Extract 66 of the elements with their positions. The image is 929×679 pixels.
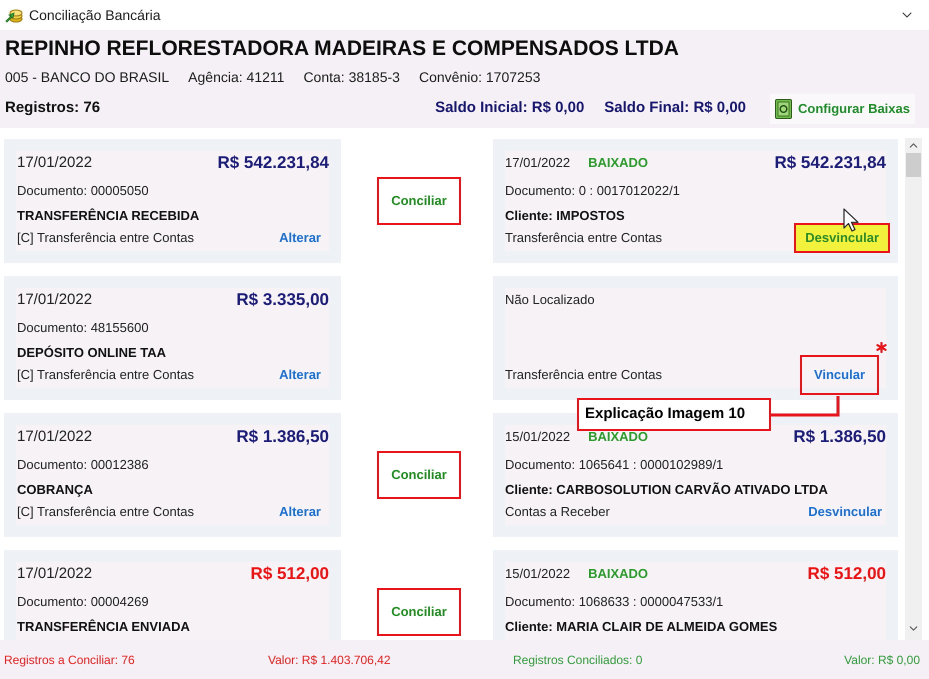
not-found-label: Não Localizado bbox=[505, 291, 595, 310]
account-info: Convênio: 1707253 bbox=[418, 68, 540, 86]
entry-amount: R$ 512,00 bbox=[808, 563, 886, 586]
category-label: Contas a Receber bbox=[505, 503, 610, 522]
callout-label: Explicação Imagem 10 bbox=[577, 398, 771, 431]
entry-date: 17/01/2022 bbox=[505, 154, 570, 172]
document-number: Documento: 48155600 bbox=[17, 319, 149, 338]
category-label: [C] Transferência entre Contas bbox=[17, 503, 194, 522]
client-name: Cliente: CARBOSOLUTION CARVÃO ATIVADO LTDA bbox=[505, 481, 828, 500]
statement-description: TRANSFERÊNCIA ENVIADA bbox=[17, 618, 190, 636]
statement-description: TRANSFERÊNCIA RECEBIDA bbox=[17, 207, 200, 226]
scrollbar-thumb[interactable] bbox=[906, 153, 921, 177]
document-number: Documento: 00012386 bbox=[17, 456, 149, 474]
reconciled-value: Valor: R$ 0,00 bbox=[844, 652, 920, 668]
document-number: Documento: 00004269 bbox=[17, 593, 149, 612]
statement-amount: R$ 3.335,00 bbox=[236, 289, 329, 312]
category-label: Transferência entre Contas bbox=[505, 229, 662, 248]
pending-value: Valor: R$ 1.403.706,42 bbox=[268, 652, 392, 668]
window-title: Conciliação Bancária bbox=[29, 6, 161, 25]
callout-leader-line bbox=[770, 396, 840, 417]
mouse-pointer-icon bbox=[843, 208, 860, 232]
category-label: [C] Transferência entre Contas bbox=[17, 366, 194, 384]
statement-amount: R$ 542.231,84 bbox=[217, 152, 329, 174]
category-label: Transferência entre Contas bbox=[505, 366, 662, 384]
entry-date: 15/01/2022 bbox=[505, 428, 570, 446]
scrollbar[interactable] bbox=[905, 138, 922, 640]
status-label: BAIXADO bbox=[588, 154, 648, 172]
entry-date: 15/01/2022 bbox=[505, 565, 570, 584]
unlink-button[interactable]: Desvincular bbox=[808, 504, 882, 520]
money-icon bbox=[775, 98, 792, 118]
edit-link[interactable]: Alterar bbox=[279, 502, 321, 522]
configure-button[interactable]: Configurar Baixas bbox=[770, 94, 915, 124]
statement-date: 17/01/2022 bbox=[17, 152, 92, 173]
reconcile-button[interactable]: Conciliar bbox=[377, 588, 461, 636]
category-label: [C] Transferência entre Contas bbox=[17, 229, 194, 248]
reconciled-records: Registros Conciliados: 0 bbox=[513, 652, 644, 668]
statement-amount: R$ 1.386,50 bbox=[236, 426, 329, 448]
reconcile-button[interactable]: Conciliar bbox=[377, 177, 461, 225]
records-count: Registros: 76 bbox=[5, 98, 100, 118]
entry-amount: R$ 1.386,50 bbox=[793, 426, 886, 448]
status-label: BAIXADO bbox=[588, 565, 648, 584]
document-number: Documento: 0 : 0017012022/1 bbox=[505, 182, 680, 200]
statement-description: COBRANÇA bbox=[17, 481, 93, 500]
account-info: Agência: 41211 bbox=[188, 68, 284, 87]
status-label: BAIXADO bbox=[588, 428, 648, 446]
entry-amount: R$ 542.231,84 bbox=[774, 152, 886, 174]
statement-date: 17/01/2022 bbox=[17, 290, 92, 310]
statement-date: 17/01/2022 bbox=[17, 564, 92, 584]
statement-description: DEPÓSITO ONLINE TAA bbox=[17, 344, 166, 362]
pending-records: Registros a Conciliar: 76 bbox=[4, 652, 136, 668]
reconcile-button[interactable]: Conciliar bbox=[377, 451, 461, 499]
document-number: Documento: 00005050 bbox=[17, 182, 149, 200]
initial-balance: Saldo Inicial: R$ 0,00 bbox=[435, 98, 584, 118]
edit-link[interactable]: Alterar bbox=[279, 228, 321, 248]
client-name: Cliente: MARIA CLAIR DE ALMEIDA GOMES bbox=[505, 618, 778, 636]
edit-link[interactable]: Alterar bbox=[279, 365, 321, 385]
statement-amount: R$ 512,00 bbox=[250, 563, 329, 586]
final-balance: Saldo Final: R$ 0,00 bbox=[604, 98, 746, 118]
account-info: 005 - BANCO DO BRASIL bbox=[5, 68, 170, 86]
unlink-button[interactable]: Desvincular bbox=[794, 223, 890, 253]
document-number: Documento: 1068633 : 0000047533/1 bbox=[505, 593, 724, 612]
statement-date: 17/01/2022 bbox=[17, 426, 92, 447]
document-number: Documento: 1065641 : 0000102989/1 bbox=[505, 456, 724, 474]
client-name: Cliente: IMPOSTOS bbox=[505, 207, 625, 226]
company-name: REPINHO REFLORESTADORA MADEIRAS E COMPENSADOS LTDA bbox=[5, 36, 679, 62]
account-info: Conta: 38185-3 bbox=[303, 68, 400, 86]
